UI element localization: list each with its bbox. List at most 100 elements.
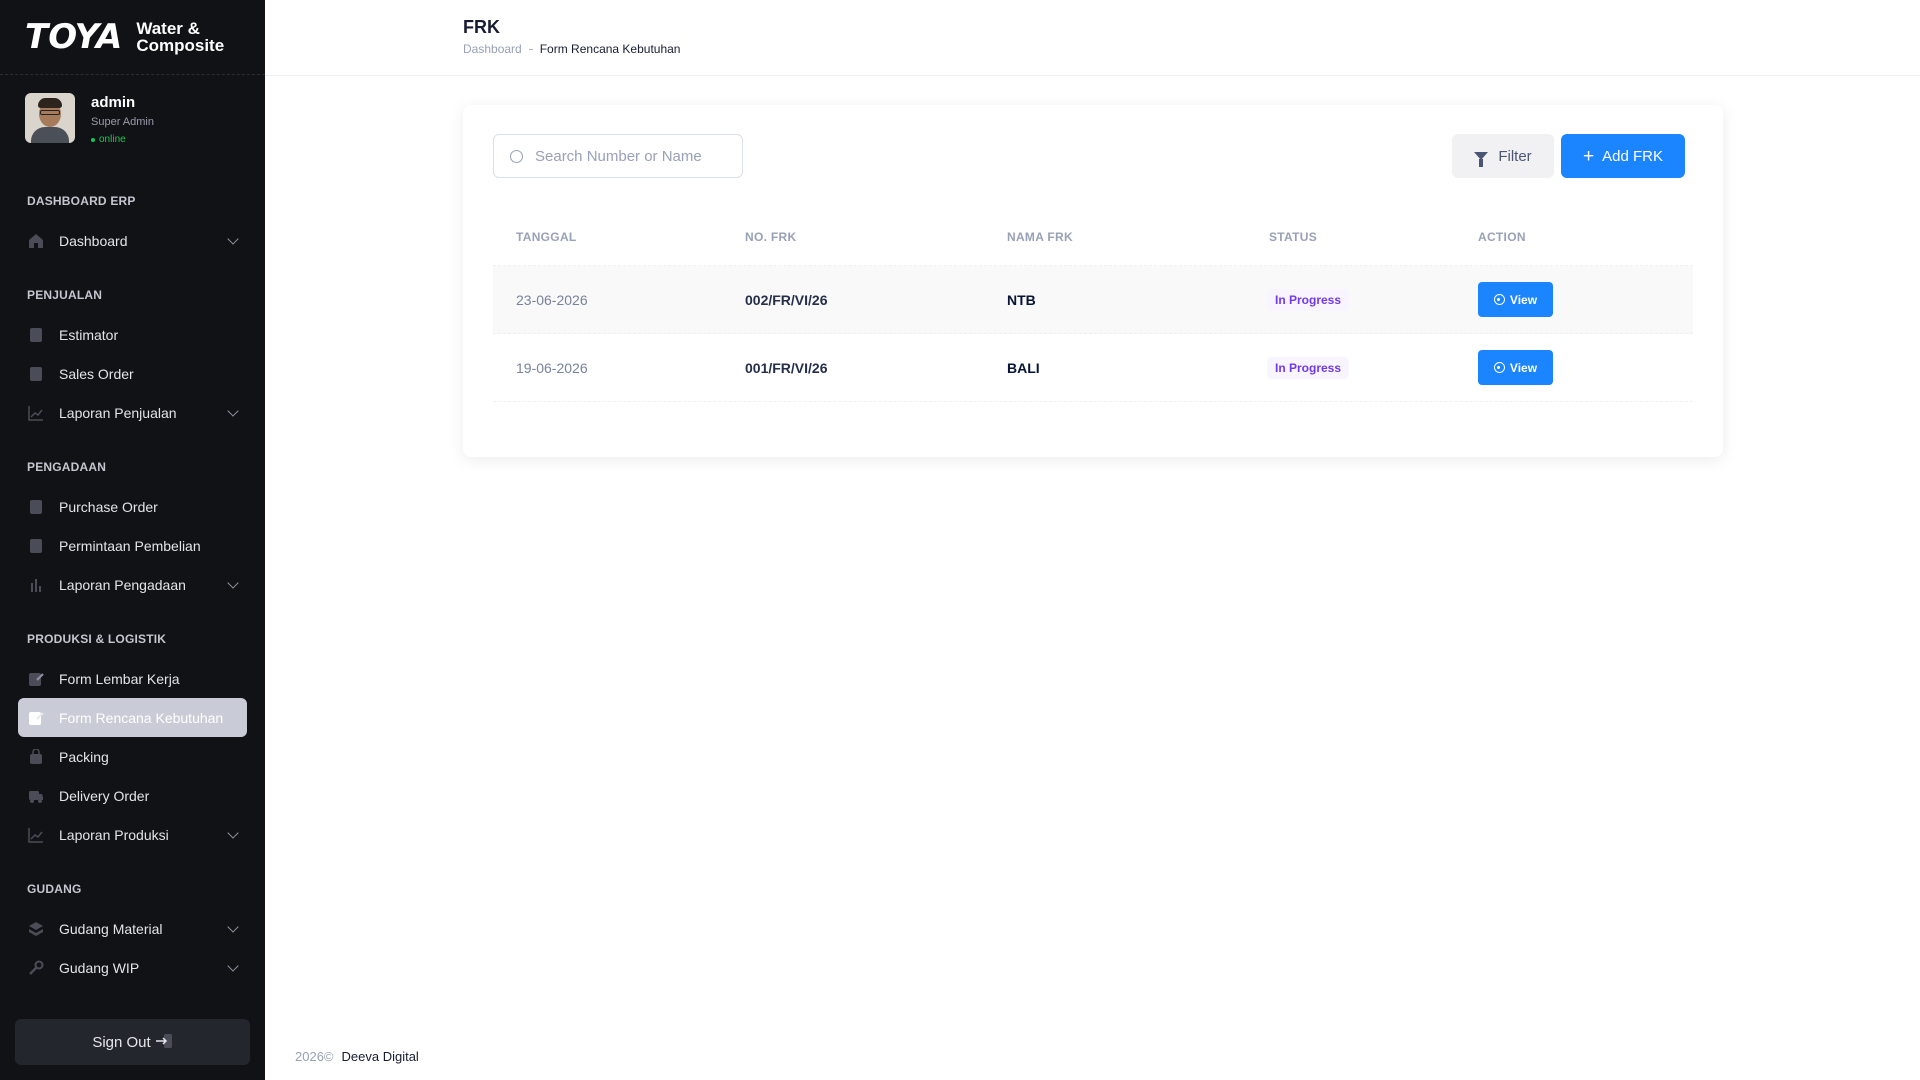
cell-nama-frk: NTB: [1007, 291, 1036, 308]
chart-line-icon: [27, 404, 44, 421]
eye-icon: [1493, 362, 1505, 373]
footer-year: 2026©: [295, 1049, 334, 1064]
chevron-down-icon: [227, 959, 239, 972]
user-status: online: [91, 134, 154, 145]
sidebar-item-estimator[interactable]: Estimator: [18, 315, 247, 354]
brand[interactable]: TOYA Water & Composite: [0, 0, 265, 75]
document-icon: [27, 365, 44, 382]
sidebar: TOYA Water & Composite admin Super Admin…: [0, 0, 265, 1080]
brand-logo: TOYA: [25, 17, 123, 57]
user-info: admin Super Admin online: [91, 93, 154, 145]
cell-no-frk: 001/FR/VI/26: [745, 359, 828, 376]
sign-out-button[interactable]: Sign Out: [15, 1019, 250, 1065]
status-badge: In Progress: [1267, 288, 1350, 311]
frk-card: Filter + Add FRK TANGGAL NO. FRK NAMA FR…: [463, 105, 1723, 457]
edit-icon: [27, 670, 44, 687]
frk-table: TANGGAL NO. FRK NAMA FRK STATUS ACTION 2…: [493, 208, 1693, 402]
column-header-nama-frk[interactable]: NAMA FRK: [1007, 230, 1269, 244]
document-icon: [27, 326, 44, 343]
sidebar-item-gudang-material[interactable]: Gudang Material: [18, 909, 247, 948]
page-header: FRK Dashboard Form Rencana Kebutuhan: [265, 0, 1920, 76]
sidebar-item-label: Gudang Material: [59, 920, 163, 937]
sidebar-item-purchase-order[interactable]: Purchase Order: [18, 487, 247, 526]
chevron-down-icon: [227, 826, 239, 839]
edit-icon: [27, 709, 44, 726]
breadcrumb: Dashboard Form Rencana Kebutuhan: [463, 42, 680, 56]
add-frk-label: Add FRK: [1602, 147, 1663, 165]
truck-icon: [27, 787, 44, 804]
nav-section-title: PENJUALAN: [27, 288, 103, 302]
avatar[interactable]: [25, 93, 75, 143]
document-icon: [27, 498, 44, 515]
page-title: FRK: [463, 17, 500, 37]
document-icon: [27, 537, 44, 554]
sidebar-item-label: Laporan Penjualan: [59, 404, 177, 421]
view-button[interactable]: View: [1478, 282, 1553, 317]
nav-section-title: PRODUKSI & LOGISTIK: [27, 632, 167, 646]
user-profile: admin Super Admin online: [0, 75, 265, 185]
add-frk-button[interactable]: + Add FRK: [1561, 134, 1685, 178]
sidebar-item-laporan-penjualan[interactable]: Laporan Penjualan: [18, 393, 247, 432]
status-badge: In Progress: [1267, 356, 1350, 379]
sidebar-item-packing[interactable]: Packing: [18, 737, 247, 776]
sidebar-item-label: Purchase Order: [59, 498, 158, 515]
sidebar-item-delivery-order[interactable]: Delivery Order: [18, 776, 247, 815]
chevron-down-icon: [227, 404, 239, 417]
filter-label: Filter: [1498, 147, 1532, 165]
column-header-no-frk[interactable]: NO. FRK: [745, 230, 1007, 244]
nav-section-title: GUDANG: [27, 882, 82, 896]
sidebar-item-label: Dashboard: [59, 232, 128, 249]
chevron-down-icon: [227, 920, 239, 933]
chevron-down-icon: [227, 576, 239, 589]
footer-company-link[interactable]: Deeva Digital: [342, 1049, 419, 1064]
eye-icon: [1493, 294, 1505, 305]
sidebar-item-label: Gudang WIP: [59, 959, 140, 976]
column-header-action: ACTION: [1478, 229, 1526, 244]
sidebar-item-dashboard[interactable]: Dashboard: [18, 221, 247, 260]
cell-no-frk: 002/FR/VI/26: [745, 291, 828, 308]
sign-out-icon: [155, 1033, 173, 1052]
user-name: admin: [91, 94, 136, 111]
column-header-tanggal[interactable]: TANGGAL: [493, 230, 745, 244]
brand-subtitle-line2: Composite: [136, 36, 225, 55]
view-button[interactable]: View: [1478, 350, 1553, 385]
view-label: View: [1509, 292, 1538, 307]
online-dot-icon: [91, 137, 95, 142]
table-row: 23-06-2026 002/FR/VI/26 NTB In Progress …: [493, 266, 1693, 334]
sidebar-item-label: Laporan Pengadaan: [59, 576, 186, 593]
wrench-icon: [27, 959, 44, 976]
view-label: View: [1509, 360, 1538, 375]
brand-subtitle: Water & Composite: [136, 20, 224, 54]
sidebar-item-gudang-wip[interactable]: Gudang WIP: [18, 948, 247, 987]
chevron-down-icon: [227, 232, 239, 245]
sidebar-item-laporan-produksi[interactable]: Laporan Produksi: [18, 815, 247, 854]
page-footer: 2026© Deeva Digital: [295, 1049, 419, 1064]
nav-section-title: DASHBOARD ERP: [27, 194, 136, 208]
cell-nama-frk: BALI: [1007, 359, 1040, 376]
plus-icon: +: [1583, 145, 1595, 167]
sign-out-label: Sign Out: [92, 1033, 151, 1051]
sidebar-item-label: Sales Order: [59, 365, 134, 382]
sidebar-item-label: Packing: [59, 748, 109, 765]
sidebar-item-label: Delivery Order: [59, 787, 150, 804]
search-box[interactable]: [493, 134, 743, 178]
search-input[interactable]: [535, 147, 725, 165]
user-status-label: online: [99, 134, 126, 145]
sidebar-item-label: Laporan Produksi: [59, 826, 169, 843]
sidebar-item-form-lembar-kerja[interactable]: Form Lembar Kerja: [18, 659, 247, 698]
sidebar-item-label: Estimator: [59, 326, 119, 343]
search-icon: [510, 149, 523, 163]
breadcrumb-home-link[interactable]: Dashboard: [463, 42, 522, 56]
sidebar-item-laporan-pengadaan[interactable]: Laporan Pengadaan: [18, 565, 247, 604]
table-row: 19-06-2026 001/FR/VI/26 BALI In Progress…: [493, 334, 1693, 402]
sidebar-item-form-rencana-kebutuhan[interactable]: Form Rencana Kebutuhan: [18, 698, 247, 737]
sidebar-item-sales-order[interactable]: Sales Order: [18, 354, 247, 393]
filter-button[interactable]: Filter: [1452, 134, 1554, 178]
column-header-status[interactable]: STATUS: [1269, 230, 1478, 244]
sidebar-item-permintaan-pembelian[interactable]: Permintaan Pembelian: [18, 526, 247, 565]
package-icon: [27, 748, 44, 765]
user-role: Super Admin: [91, 116, 154, 128]
cell-tanggal: 23-06-2026: [516, 291, 588, 308]
cell-tanggal: 19-06-2026: [516, 359, 588, 376]
breadcrumb-current: Form Rencana Kebutuhan: [539, 42, 681, 56]
